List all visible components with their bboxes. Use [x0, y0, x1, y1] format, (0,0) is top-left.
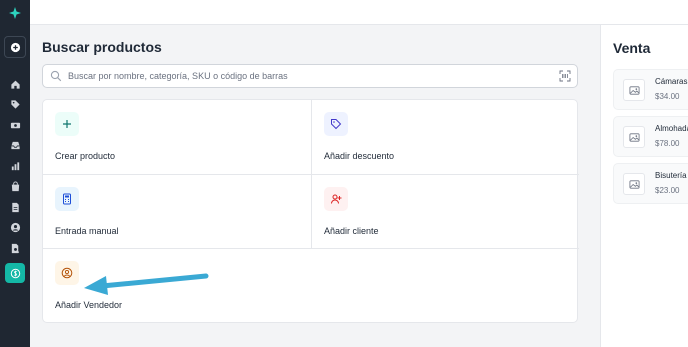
inbox-icon: [10, 141, 20, 149]
top-bar: [30, 0, 688, 25]
create-product-label: Crear producto: [55, 151, 116, 161]
image-placeholder-icon: [623, 126, 645, 148]
dollar-icon: [10, 268, 20, 278]
create-product-action[interactable]: Crear producto: [43, 100, 311, 174]
barcode-scan-icon[interactable]: [559, 70, 571, 82]
user-plus-icon: [324, 187, 348, 211]
cash-icon: [10, 122, 20, 128]
bag-icon: [11, 180, 19, 191]
sidebar-item-cash[interactable]: [5, 116, 25, 134]
sidebar: [0, 0, 30, 347]
search-input[interactable]: [68, 65, 548, 87]
page-title: Buscar productos: [42, 39, 162, 55]
sidebar-item-invoices[interactable]: [5, 239, 25, 257]
document-icon: [11, 202, 19, 212]
annotation-arrow-icon: [84, 273, 209, 295]
sidebar-item-pos[interactable]: [5, 263, 25, 283]
user-circle-icon: [55, 261, 79, 285]
cart-item-price: $34.00: [655, 92, 680, 101]
cart-item-name: Almohada: [655, 124, 688, 133]
sidebar-item-orders[interactable]: [5, 177, 25, 195]
manual-entry-action[interactable]: Entrada manual: [43, 174, 311, 248]
add-discount-action[interactable]: Añadir descuento: [311, 100, 579, 174]
add-customer-action[interactable]: Añadir cliente: [311, 174, 579, 248]
calculator-icon: [55, 187, 79, 211]
user-icon: [10, 222, 20, 232]
sidebar-item-reports[interactable]: [5, 157, 25, 175]
cart-item-name: Bisutería d: [655, 171, 688, 180]
sidebar-item-documents[interactable]: [5, 198, 25, 216]
new-sale-button[interactable]: [4, 36, 26, 58]
cart-item-price: $23.00: [655, 186, 680, 195]
sidebar-item-home[interactable]: [5, 75, 25, 93]
sidebar-item-products[interactable]: [5, 95, 25, 113]
plus-icon: [55, 112, 79, 136]
search-box[interactable]: [42, 64, 578, 88]
home-icon: [10, 80, 20, 89]
image-placeholder-icon: [623, 79, 645, 101]
sale-title: Venta: [613, 40, 651, 56]
add-customer-label: Añadir cliente: [324, 226, 379, 236]
cart-item-price: $78.00: [655, 139, 680, 148]
image-placeholder-icon: [623, 173, 645, 195]
add-discount-label: Añadir descuento: [324, 151, 395, 161]
tag-icon: [324, 112, 348, 136]
cart-item[interactable]: Bisutería d $23.00: [613, 163, 688, 204]
cart-item[interactable]: Almohada $78.00: [613, 116, 688, 157]
tag-icon: [10, 99, 20, 109]
cart-item-name: Cámaras f: [655, 77, 688, 86]
manual-entry-label: Entrada manual: [55, 226, 119, 236]
plus-circle-icon: [10, 42, 20, 52]
cart-item[interactable]: Cámaras f $34.00: [613, 69, 688, 110]
report-icon: [11, 243, 19, 253]
sidebar-item-customers[interactable]: [5, 218, 25, 236]
search-icon: [50, 70, 62, 82]
sale-panel: Venta Cámaras f $34.00 Almohada $78.00 B…: [600, 25, 688, 347]
chart-icon: [11, 161, 19, 170]
sidebar-item-inbox[interactable]: [5, 136, 25, 154]
add-seller-label: Añadir Vendedor: [55, 300, 123, 310]
app-logo-icon[interactable]: [7, 5, 23, 21]
product-search-panel: Buscar productos Crear producto Añadir d…: [30, 25, 600, 347]
